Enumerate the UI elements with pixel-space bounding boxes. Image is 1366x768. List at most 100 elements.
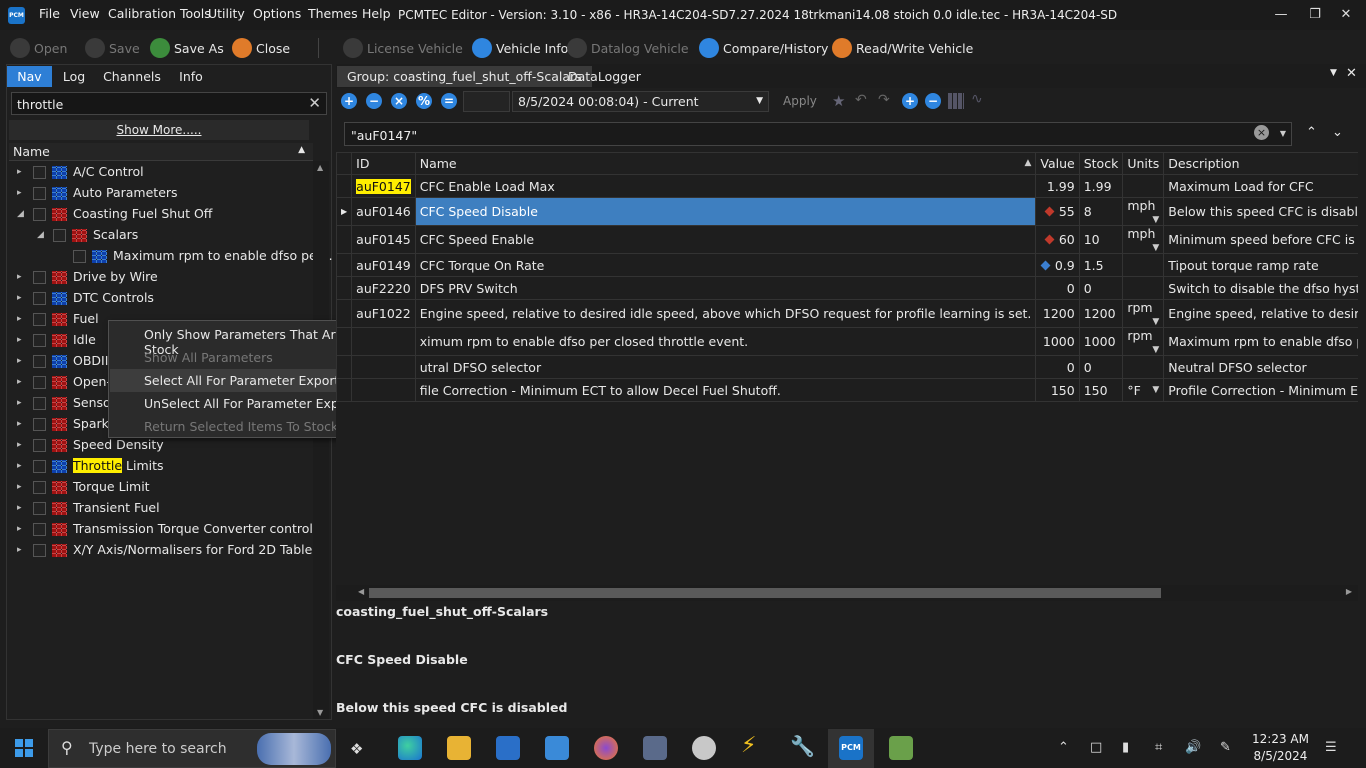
- menu-file[interactable]: File: [39, 6, 60, 21]
- menu-calibration-tools[interactable]: Calibration Tools: [108, 6, 211, 21]
- expand-icon[interactable]: ▸: [17, 314, 22, 324]
- volume-icon[interactable]: 🔊: [1185, 740, 1201, 755]
- units-dropdown-icon[interactable]: ▼: [1152, 317, 1159, 327]
- tree-checkbox[interactable]: [33, 166, 46, 179]
- minimize-icon[interactable]: —: [1271, 5, 1291, 25]
- table-row[interactable]: file Correction - Minimum ECT to allow D…: [336, 378, 1358, 402]
- cell-value[interactable]: 150: [1035, 378, 1080, 402]
- decrease-icon[interactable]: −: [925, 93, 941, 109]
- meet-now-icon[interactable]: □: [1090, 740, 1102, 755]
- star-icon[interactable]: ★: [832, 92, 845, 110]
- cell-value[interactable]: 0: [1035, 276, 1080, 300]
- menu-view[interactable]: View: [70, 6, 100, 21]
- expand-icon[interactable]: ▸: [17, 440, 22, 450]
- show-more-link[interactable]: Show More.....: [9, 120, 309, 140]
- expand-icon[interactable]: ▸: [17, 398, 22, 408]
- tab-info[interactable]: Info: [172, 66, 210, 87]
- expand-icon[interactable]: ▸: [17, 482, 22, 492]
- tab-channels[interactable]: Channels: [100, 66, 164, 87]
- column-header-stock[interactable]: Stock: [1078, 152, 1124, 175]
- tree-checkbox[interactable]: [33, 187, 46, 200]
- table-row[interactable]: auF0147 CFC Enable Load Max 1.99 1.99 Ma…: [336, 174, 1358, 198]
- tree-checkbox[interactable]: [33, 418, 46, 431]
- expand-icon[interactable]: ▸: [17, 503, 22, 513]
- cell-units[interactable]: mph ▼: [1122, 197, 1165, 226]
- tree-scrollbar[interactable]: ▲ ▼: [313, 161, 329, 719]
- tree-checkbox[interactable]: [33, 334, 46, 347]
- clear-icon[interactable]: ×: [391, 93, 407, 109]
- next-match-icon[interactable]: ⌄: [1332, 125, 1343, 140]
- tree-checkbox[interactable]: [33, 397, 46, 410]
- menu-options[interactable]: Options: [253, 6, 301, 21]
- clear-filter-icon[interactable]: ×: [1254, 125, 1269, 140]
- tree-checkbox[interactable]: [73, 250, 86, 263]
- expand-icon[interactable]: ▸: [17, 335, 22, 345]
- table-row[interactable]: auF1022 Engine speed, relative to desire…: [336, 299, 1358, 328]
- mail-icon[interactable]: [545, 736, 569, 760]
- column-header-value[interactable]: Value: [1035, 152, 1080, 175]
- scroll-down-icon[interactable]: ▼: [317, 708, 323, 717]
- scrollbar-thumb[interactable]: [369, 588, 1161, 598]
- clear-search-icon[interactable]: ✕: [308, 94, 321, 112]
- tab-nav[interactable]: Nav: [7, 66, 52, 87]
- expand-icon[interactable]: ▸: [17, 188, 22, 198]
- expand-all-icon[interactable]: +: [341, 93, 357, 109]
- units-dropdown-icon[interactable]: ▼: [1152, 385, 1159, 395]
- datalog-vehicle-button[interactable]: Datalog Vehicle: [591, 41, 689, 56]
- save-as-button[interactable]: Save As: [174, 41, 224, 56]
- firefox-icon[interactable]: [594, 736, 618, 760]
- cell-value[interactable]: 60: [1035, 225, 1080, 254]
- close-tab-icon[interactable]: ✕: [1346, 66, 1357, 81]
- pcmtec-taskbar-icon[interactable]: PCM: [839, 736, 863, 760]
- table-row[interactable]: ximum rpm to enable dfso per closed thro…: [336, 327, 1358, 356]
- cell-units[interactable]: rpm ▼: [1122, 327, 1165, 356]
- read-write-vehicle-button[interactable]: Read/Write Vehicle: [856, 41, 973, 56]
- wifi-icon[interactable]: ⌗: [1155, 740, 1162, 755]
- lightning-app-icon[interactable]: ⚡: [741, 733, 756, 758]
- units-dropdown-icon[interactable]: ▼: [1152, 345, 1159, 355]
- expand-icon[interactable]: ▸: [17, 377, 22, 387]
- tree-checkbox[interactable]: [33, 481, 46, 494]
- tree-checkbox[interactable]: [33, 376, 46, 389]
- collapse-icon[interactable]: ◢: [17, 209, 24, 219]
- cell-value[interactable]: 1.99: [1035, 174, 1080, 198]
- equals-icon[interactable]: =: [441, 93, 457, 109]
- column-header-units[interactable]: Units: [1122, 152, 1165, 175]
- license-vehicle-button[interactable]: License Vehicle: [367, 41, 463, 56]
- apply-button[interactable]: Apply: [776, 91, 821, 112]
- column-header-name[interactable]: Name ▲: [414, 152, 1037, 175]
- redo-icon[interactable]: ↷: [878, 92, 890, 108]
- units-dropdown-icon[interactable]: ▼: [1152, 243, 1159, 253]
- cell-value[interactable]: 1000: [1035, 327, 1080, 356]
- grid-view-icon[interactable]: [948, 93, 964, 109]
- tree-header[interactable]: Name ▲: [9, 143, 313, 161]
- compare-history-button[interactable]: Compare/History: [723, 41, 828, 56]
- units-dropdown-icon[interactable]: ▼: [1152, 215, 1159, 225]
- notifications-icon[interactable]: ☰: [1325, 740, 1337, 755]
- expand-icon[interactable]: ▸: [17, 419, 22, 429]
- cell-value[interactable]: 55: [1035, 197, 1080, 226]
- vehicle-info-button[interactable]: Vehicle Info: [496, 41, 568, 56]
- column-header-description[interactable]: Description: [1163, 152, 1358, 175]
- cell-value[interactable]: 0.9: [1035, 253, 1080, 277]
- cell-units[interactable]: rpm ▼: [1122, 299, 1165, 328]
- file-explorer-icon[interactable]: [447, 736, 471, 760]
- undo-icon[interactable]: ↶: [855, 92, 867, 108]
- scroll-right-icon[interactable]: ▶: [1346, 587, 1352, 596]
- parameter-filter-input[interactable]: [351, 127, 1231, 143]
- show-hidden-icons-icon[interactable]: ⌃: [1058, 740, 1069, 755]
- tree-checkbox[interactable]: [33, 523, 46, 536]
- filter-dropdown-icon[interactable]: ▼: [1280, 129, 1286, 138]
- value-entry-field[interactable]: [463, 91, 510, 112]
- expand-icon[interactable]: ▸: [17, 545, 22, 555]
- cell-value[interactable]: 0: [1035, 355, 1080, 379]
- tree-checkbox[interactable]: [33, 502, 46, 515]
- battery-icon[interactable]: ▮: [1122, 740, 1129, 755]
- system-clock[interactable]: 12:23 AM 8/5/2024: [1252, 731, 1309, 765]
- table-row[interactable]: auF2220 DFS PRV Switch 0 0 Switch to dis…: [336, 276, 1358, 300]
- tools-icon[interactable]: 🔧: [790, 734, 815, 758]
- tab-datalogger[interactable]: DataLogger: [558, 66, 651, 87]
- scroll-left-icon[interactable]: ◀: [358, 587, 364, 596]
- save-button[interactable]: Save: [109, 41, 140, 56]
- expand-icon[interactable]: ▸: [17, 167, 22, 177]
